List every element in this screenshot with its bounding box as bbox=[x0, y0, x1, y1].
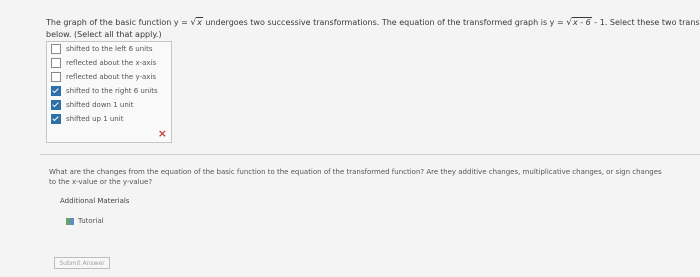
followup-line2: to the x-value or the y-value? bbox=[49, 178, 153, 186]
transformed-function-radical: √x - 6 bbox=[566, 17, 592, 28]
checkbox[interactable] bbox=[51, 44, 61, 54]
option-label: shifted to the left 6 units bbox=[66, 45, 153, 53]
option-reflect-x-axis[interactable]: reflected about the x-axis bbox=[47, 56, 171, 70]
option-label: shifted to the right 6 units bbox=[66, 87, 158, 95]
incorrect-icon: × bbox=[157, 127, 167, 140]
option-shift-down-1[interactable]: shifted down 1 unit bbox=[47, 98, 171, 112]
option-shift-up-1[interactable]: shifted up 1 unit bbox=[47, 112, 171, 126]
transformed-radicand: x - 6 bbox=[571, 17, 592, 27]
option-shift-right-6[interactable]: shifted to the right 6 units bbox=[47, 84, 171, 98]
checkbox[interactable] bbox=[51, 72, 61, 82]
option-label: reflected about the y-axis bbox=[66, 73, 157, 81]
submit-answer-button[interactable]: Submit Answer bbox=[54, 257, 110, 269]
option-reflect-y-axis[interactable]: reflected about the y-axis bbox=[47, 70, 171, 84]
checkbox[interactable] bbox=[51, 58, 61, 68]
checkbox-checked[interactable] bbox=[51, 86, 61, 96]
tutorial-link[interactable]: Tutorial bbox=[66, 217, 104, 225]
question-line2: below. (Select all that apply.) bbox=[46, 30, 162, 39]
followup-line1: What are the changes from the equation o… bbox=[49, 168, 662, 176]
feedback-row: × bbox=[47, 126, 171, 142]
option-label: reflected about the x-axis bbox=[66, 59, 157, 67]
tutorial-label: Tutorial bbox=[78, 217, 104, 225]
question-line1-post: - 1. Select these two transfo bbox=[591, 18, 700, 27]
checkbox-checked[interactable] bbox=[51, 114, 61, 124]
question-line1-pre: The graph of the basic function y = bbox=[46, 18, 191, 27]
option-label: shifted down 1 unit bbox=[66, 101, 134, 109]
additional-materials-heading: Additional Materials bbox=[60, 197, 130, 205]
basic-function-radical: √x bbox=[190, 17, 203, 28]
answer-options: shifted to the left 6 units reflected ab… bbox=[46, 41, 172, 143]
option-label: shifted up 1 unit bbox=[66, 115, 124, 123]
checkbox-checked[interactable] bbox=[51, 100, 61, 110]
divider bbox=[40, 154, 700, 155]
question-text: The graph of the basic function y = √x u… bbox=[46, 17, 700, 41]
question-line1-mid: undergoes two successive transformations… bbox=[202, 18, 567, 27]
followup-hint: What are the changes from the equation o… bbox=[49, 167, 700, 187]
option-shift-left-6[interactable]: shifted to the left 6 units bbox=[47, 42, 171, 56]
book-icon bbox=[66, 217, 75, 225]
basic-radicand: x bbox=[196, 17, 203, 27]
